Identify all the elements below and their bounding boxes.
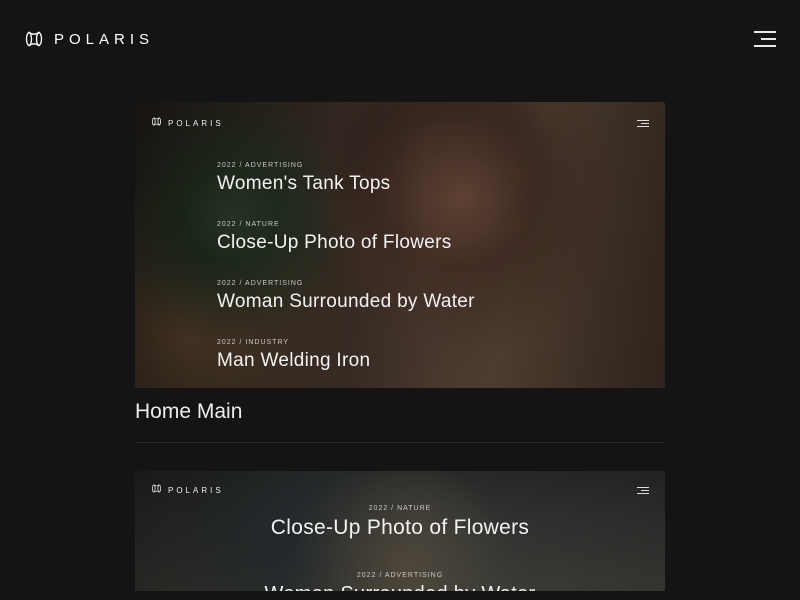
preview-list: 2022 / NATURE Close-Up Photo of Flowers … bbox=[151, 505, 649, 591]
preview-item: 2022 / ADVERTISING Woman Surrounded by W… bbox=[265, 572, 536, 591]
demo-card-home-main[interactable]: POLARIS 2022 / ADVERTISING Women's Tank … bbox=[135, 102, 665, 388]
logo-icon bbox=[151, 481, 162, 499]
demo-card-second[interactable]: POLARIS 2022 / NATURE Close-Up Photo of … bbox=[135, 471, 665, 591]
brand-name: POLARIS bbox=[54, 31, 154, 48]
preview-brand-name: POLARIS bbox=[168, 486, 224, 495]
preview-item-meta: 2022 / NATURE bbox=[217, 221, 649, 228]
preview-item-meta: 2022 / INDUSTRY bbox=[217, 339, 649, 346]
preview-item: 2022 / ADVERTISING Woman Surrounded by W… bbox=[217, 280, 649, 313]
preview-item-title: Woman Surrounded by Water bbox=[217, 291, 649, 313]
content: POLARIS 2022 / ADVERTISING Women's Tank … bbox=[135, 102, 665, 591]
preview-item-title: Woman Surrounded by Water bbox=[265, 583, 536, 591]
preview-topbar: POLARIS bbox=[151, 114, 649, 132]
topbar: POLARIS bbox=[0, 0, 800, 60]
preview-item-title: Man Welding Iron bbox=[217, 350, 649, 372]
menu-icon bbox=[637, 120, 649, 127]
card-caption: Home Main bbox=[135, 400, 665, 424]
preview-item: 2022 / NATURE Close-Up Photo of Flowers bbox=[217, 221, 649, 254]
logo-icon bbox=[24, 29, 44, 49]
preview-item-title: Women's Tank Tops bbox=[217, 173, 649, 195]
preview-item-meta: 2022 / ADVERTISING bbox=[217, 162, 649, 169]
preview-brand: POLARIS bbox=[151, 114, 224, 132]
logo-icon bbox=[151, 114, 162, 132]
preview-inner: POLARIS 2022 / NATURE Close-Up Photo of … bbox=[135, 471, 665, 591]
preview-item-meta: 2022 / ADVERTISING bbox=[217, 280, 649, 287]
preview-topbar: POLARIS bbox=[151, 481, 649, 499]
preview-item: 2022 / INDUSTRY Man Welding Iron bbox=[217, 339, 649, 372]
preview-brand-name: POLARIS bbox=[168, 119, 224, 128]
preview-item-title: Close-Up Photo of Flowers bbox=[217, 232, 649, 254]
preview-item: 2022 / NATURE Close-Up Photo of Flowers bbox=[271, 505, 529, 540]
divider bbox=[135, 442, 665, 443]
preview-item-meta: 2022 / NATURE bbox=[271, 505, 529, 512]
preview-item-meta: 2022 / ADVERTISING bbox=[265, 572, 536, 579]
menu-icon bbox=[637, 487, 649, 494]
preview-inner: POLARIS 2022 / ADVERTISING Women's Tank … bbox=[135, 102, 665, 388]
brand-link[interactable]: POLARIS bbox=[24, 29, 154, 49]
preview-brand: POLARIS bbox=[151, 481, 224, 499]
menu-icon[interactable] bbox=[754, 31, 776, 47]
preview-item-title: Close-Up Photo of Flowers bbox=[271, 516, 529, 540]
preview-item: 2022 / ADVERTISING Women's Tank Tops bbox=[217, 162, 649, 195]
preview-list: 2022 / ADVERTISING Women's Tank Tops 202… bbox=[151, 162, 649, 372]
